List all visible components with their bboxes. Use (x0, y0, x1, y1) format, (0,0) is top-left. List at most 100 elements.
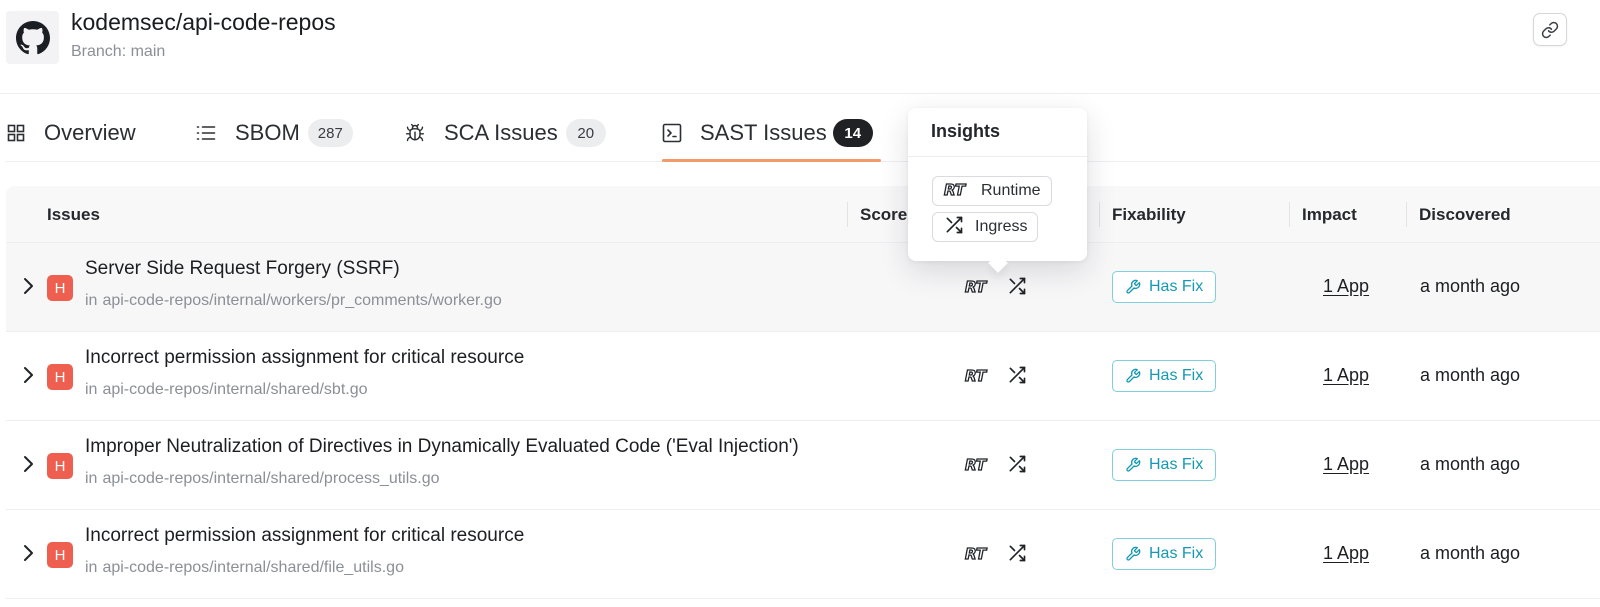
insights-tooltip: Insights RT Runtime Ingress (908, 108, 1087, 273)
app: kodemsec/api-code-repos Branch: main Ove… (0, 0, 1600, 607)
impact-link[interactable]: 1 App (1323, 365, 1369, 386)
svg-text:RT: RT (944, 181, 967, 199)
issue-title[interactable]: Improper Neutralization of Directives in… (85, 436, 845, 458)
column-separator (1406, 202, 1407, 227)
runtime-rt-icon: RT (964, 543, 992, 568)
terminal-icon (662, 123, 682, 143)
active-tab-indicator (662, 159, 881, 162)
severity-badge: H (47, 453, 73, 479)
tab-sast-issues[interactable]: SAST Issues 14 (662, 104, 873, 162)
column-separator (847, 202, 848, 227)
wrench-icon (1126, 546, 1141, 561)
table-row[interactable]: H Server Side Request Forgery (SSRF) in a… (6, 243, 1600, 332)
file-path: api-code-repos/internal/shared/file_util… (102, 559, 404, 576)
count-badge: 20 (565, 119, 606, 147)
path-prefix: in (85, 381, 98, 398)
impact-link[interactable]: 1 App (1323, 276, 1369, 297)
path-prefix: in (85, 559, 98, 576)
runtime-rt-icon: RT (964, 276, 992, 301)
tab-bar: Overview SBOM 287 SCA Issues 20 SAST Iss… (0, 104, 1600, 162)
chevron-right-icon[interactable] (18, 275, 38, 297)
chevron-right-icon[interactable] (18, 453, 38, 475)
column-separator (1099, 202, 1100, 227)
svg-text:RT: RT (965, 367, 988, 385)
insight-chip-ingress: Ingress (932, 212, 1039, 242)
tab-sbom[interactable]: SBOM 287 (196, 104, 353, 162)
tab-label: SBOM (235, 120, 300, 145)
issue-title[interactable]: Incorrect permission assignment for crit… (85, 525, 845, 547)
fix-label: Has Fix (1149, 278, 1204, 295)
issue-title[interactable]: Server Side Request Forgery (SSRF) (85, 258, 845, 280)
issue-path: in api-code-repos/internal/workers/pr_com… (85, 292, 502, 310)
discovered-time: a month ago (1420, 454, 1521, 474)
table-row[interactable]: H Incorrect permission assignment for cr… (6, 332, 1600, 421)
chip-label: Ingress (975, 218, 1028, 235)
column-header-score[interactable]: Score (860, 186, 907, 243)
wrench-icon (1126, 279, 1141, 294)
ingress-icon (1006, 365, 1028, 390)
issue-title[interactable]: Incorrect permission assignment for crit… (85, 347, 845, 369)
wrench-icon (1126, 368, 1141, 383)
chip-label: Runtime (981, 182, 1041, 199)
ingress-icon (1006, 543, 1028, 568)
runtime-rt-icon: RT (964, 454, 992, 479)
repo-title: kodemsec/api-code-repos (71, 9, 336, 35)
issue-path: in api-code-repos/internal/shared/process… (85, 470, 440, 488)
svg-text:RT: RT (965, 545, 988, 563)
svg-text:RT: RT (965, 278, 988, 296)
runtime-rt-icon: RT (943, 179, 971, 204)
file-path: api-code-repos/internal/shared/process_u… (102, 470, 440, 487)
column-header-impact[interactable]: Impact (1302, 186, 1357, 243)
discovered-time: a month ago (1420, 276, 1521, 296)
issue-path: in api-code-repos/internal/shared/file_ut… (85, 559, 404, 577)
bug-icon (405, 123, 425, 143)
ingress-icon (943, 215, 965, 240)
severity-badge: H (47, 542, 73, 568)
column-separator (1289, 202, 1290, 227)
insight-chip-runtime: RT Runtime (932, 176, 1052, 206)
link-icon (1541, 21, 1559, 38)
column-header-issues[interactable]: Issues (47, 186, 100, 243)
path-prefix: in (85, 470, 98, 487)
tooltip-divider (908, 156, 1087, 157)
table-header: Issues Score Fixability Impact Discovere… (6, 186, 1600, 243)
column-header-discovered[interactable]: Discovered (1419, 186, 1511, 243)
has-fix-badge[interactable]: Has Fix (1112, 538, 1217, 570)
fix-label: Has Fix (1149, 456, 1204, 473)
tab-label: SAST Issues (700, 120, 827, 145)
severity-badge: H (47, 364, 73, 390)
repo-branch: Branch: main (71, 43, 166, 60)
has-fix-badge[interactable]: Has Fix (1112, 449, 1217, 481)
tab-overview[interactable]: Overview (6, 104, 136, 162)
table-row[interactable]: H Incorrect permission assignment for cr… (6, 510, 1600, 599)
fix-label: Has Fix (1149, 367, 1204, 384)
discovered-time: a month ago (1420, 365, 1521, 385)
impact-link[interactable]: 1 App (1323, 543, 1369, 564)
fix-label: Has Fix (1149, 545, 1204, 562)
has-fix-badge[interactable]: Has Fix (1112, 271, 1217, 303)
wrench-icon (1126, 457, 1141, 472)
issue-path: in api-code-repos/internal/shared/sbt.go (85, 381, 368, 399)
tab-label: SCA Issues (444, 120, 558, 145)
grid-icon (6, 123, 26, 143)
file-path: api-code-repos/internal/shared/sbt.go (102, 381, 368, 398)
severity-badge: H (47, 275, 73, 301)
has-fix-badge[interactable]: Has Fix (1112, 360, 1217, 392)
tooltip-title: Insights (931, 121, 1001, 141)
chevron-right-icon[interactable] (18, 542, 38, 564)
ingress-icon (1006, 454, 1028, 479)
runtime-rt-icon: RT (964, 365, 992, 390)
tab-sca-issues[interactable]: SCA Issues 20 (405, 104, 606, 162)
header-divider (0, 93, 1600, 94)
chevron-right-icon[interactable] (18, 364, 38, 386)
file-path: api-code-repos/internal/workers/pr_comme… (102, 292, 502, 309)
count-badge: 14 (832, 119, 873, 147)
path-prefix: in (85, 292, 98, 309)
discovered-time: a month ago (1420, 543, 1521, 563)
copy-link-button[interactable] (1533, 13, 1567, 46)
column-header-fixability[interactable]: Fixability (1112, 186, 1186, 243)
table-row[interactable]: H Improper Neutralization of Directives … (6, 421, 1600, 510)
svg-text:RT: RT (965, 456, 988, 474)
count-badge: 287 (307, 119, 353, 147)
impact-link[interactable]: 1 App (1323, 454, 1369, 475)
